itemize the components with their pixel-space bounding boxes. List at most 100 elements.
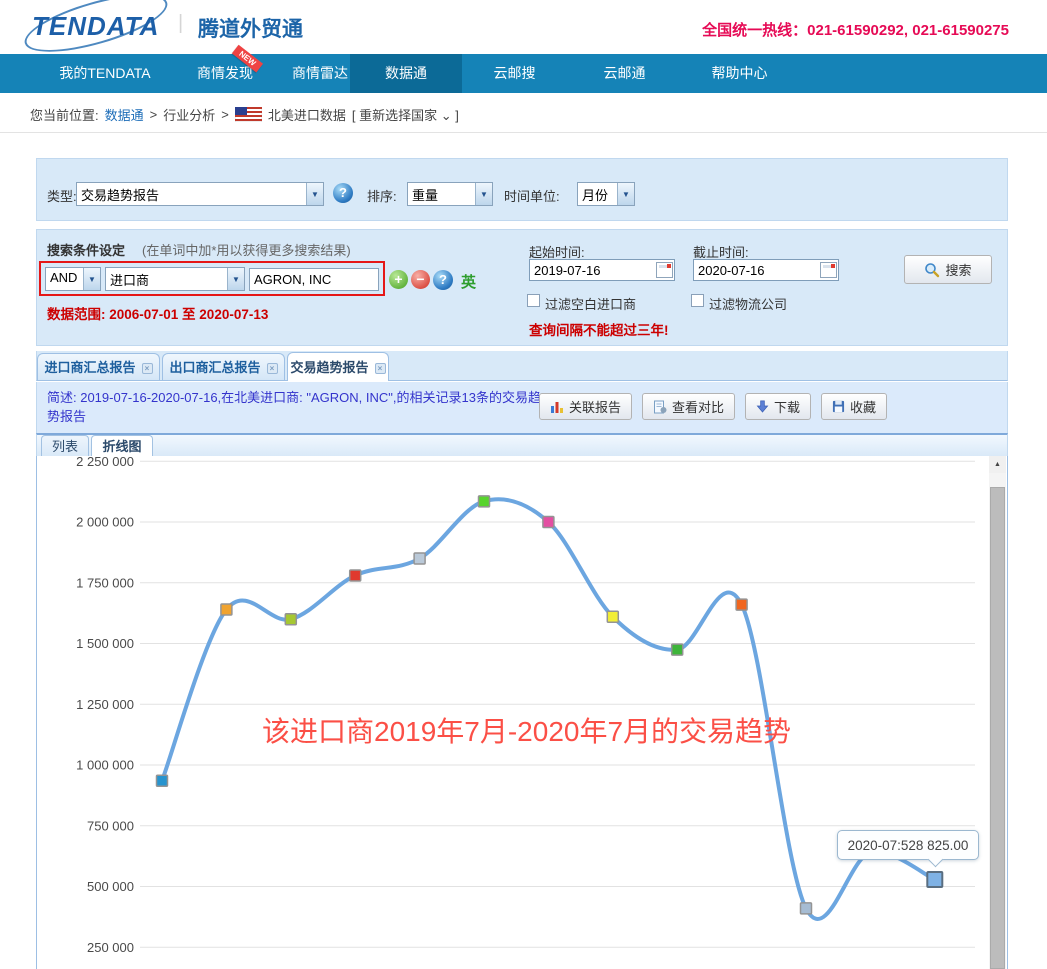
nav-item-my-tendata[interactable]: 我的TENDATA	[35, 54, 175, 93]
data-point-2020-03[interactable]	[672, 644, 683, 655]
tab-importer-summary[interactable]: 进口商汇总报告 ×	[37, 353, 160, 380]
breadcrumb-sep: >	[150, 107, 158, 122]
brand-name: 腾道外贸通	[198, 13, 303, 43]
data-point-2019-10[interactable]	[350, 570, 361, 581]
reselect-country[interactable]: [ 重新选择国家 ⌄ ]	[352, 105, 459, 124]
interval-warning: 查询间隔不能超过三年!	[529, 319, 669, 339]
filter-blank-checkbox[interactable]	[527, 294, 540, 307]
data-point-2019-09[interactable]	[285, 614, 296, 625]
nav-item-cloud-mail-search[interactable]: 云邮搜	[462, 54, 567, 93]
button-label: 收藏	[850, 397, 876, 416]
filter-logistics-checkbox[interactable]	[691, 294, 704, 307]
header: TENDATA | 腾道外贸通 全国统一热线：021-61590292, 021…	[0, 0, 1047, 54]
data-point-2020-07[interactable]	[927, 872, 942, 887]
filter-logistics-label: 过滤物流公司	[709, 294, 787, 313]
data-point-2019-07[interactable]	[157, 775, 168, 786]
nav-item-discovery[interactable]: 商情发现	[175, 54, 275, 93]
scrollbar-thumb[interactable]	[990, 487, 1005, 969]
help-icon[interactable]: ?	[333, 183, 353, 203]
trend-line	[162, 499, 935, 919]
close-icon[interactable]: ×	[267, 363, 278, 374]
operator-value: AND	[46, 268, 83, 290]
breadcrumb-link-datahub[interactable]: 数据通	[105, 105, 144, 124]
y-axis-label: 1 750 000	[76, 575, 134, 590]
button-label: 关联报告	[569, 397, 621, 416]
download-arrow-icon	[756, 400, 769, 413]
y-axis-label: 2 000 000	[76, 515, 134, 530]
data-point-2020-01[interactable]	[543, 517, 554, 528]
end-date-input[interactable]	[693, 259, 839, 281]
data-point-2020-05[interactable]	[801, 903, 812, 914]
close-icon[interactable]: ×	[375, 363, 386, 374]
related-report-button[interactable]: 关联报告	[539, 393, 632, 420]
remove-condition-icon[interactable]: −	[411, 270, 430, 289]
sort-select[interactable]: 重量 ▼	[407, 182, 493, 206]
calendar-icon[interactable]	[820, 262, 837, 278]
operator-select[interactable]: AND ▼	[45, 267, 101, 291]
data-point-2019-08[interactable]	[221, 604, 232, 615]
time-unit-label: 时间单位:	[504, 186, 560, 205]
time-unit-select-value: 月份	[578, 183, 617, 205]
data-range: 数据范围: 2006-07-01 至 2020-07-13	[47, 303, 268, 323]
calendar-icon[interactable]	[656, 262, 673, 278]
type-select-value: 交易趋势报告	[77, 183, 306, 205]
data-point-2019-12[interactable]	[479, 496, 490, 507]
add-condition-icon[interactable]: +	[389, 270, 408, 289]
search-hint: (在单词中加*用以获得更多搜索结果)	[142, 240, 351, 259]
hotline: 全国统一热线：021-61590292, 021-61590275	[702, 19, 1009, 40]
view-compare-button[interactable]: 查看对比	[642, 393, 735, 420]
summary-bar: 简述: 2019-07-16-2020-07-16,在北美进口商: "AGRON…	[36, 382, 1008, 433]
us-flag-icon	[235, 107, 262, 122]
chevron-down-icon[interactable]: ▼	[83, 268, 100, 290]
tab-label: 进口商汇总报告	[44, 360, 135, 375]
tab-label: 交易趋势报告	[290, 360, 368, 375]
breadcrumb-category: 行业分析	[163, 105, 215, 124]
chevron-down-icon[interactable]: ▼	[617, 183, 634, 205]
search-button[interactable]: 搜索	[904, 255, 992, 284]
logo: TENDATA	[32, 11, 159, 42]
type-select[interactable]: 交易趋势报告 ▼	[76, 182, 324, 206]
sort-select-value: 重量	[408, 183, 475, 205]
scrollbar[interactable]: ▲	[989, 456, 1006, 969]
chevron-down-icon[interactable]: ▼	[306, 183, 323, 205]
floppy-disk-icon	[832, 400, 845, 413]
nav-item-cloud-mail[interactable]: 云邮通	[567, 54, 682, 93]
data-point-2020-02[interactable]	[607, 611, 618, 622]
trend-chart-area: 2 250 000 2 000 000 1 750 000 1 500 000 1 25…	[36, 456, 1008, 969]
logo-divider: |	[178, 12, 183, 35]
close-icon[interactable]: ×	[142, 363, 153, 374]
search-section: 搜索条件设定 (在单词中加*用以获得更多搜索结果) AND ▼ 进口商 ▼ + …	[36, 229, 1008, 346]
download-button[interactable]: 下载	[745, 393, 811, 420]
keyword-input[interactable]	[249, 268, 379, 291]
nav-item-data-hub[interactable]: 数据通	[350, 54, 462, 93]
field-select[interactable]: 进口商 ▼	[105, 267, 245, 291]
y-axis-label: 500 000	[87, 879, 134, 894]
scroll-up-icon[interactable]: ▲	[989, 456, 1006, 473]
tab-exporter-summary[interactable]: 出口商汇总报告×	[162, 353, 285, 380]
tab-trend-report[interactable]: 交易趋势报告 ×	[287, 352, 389, 381]
tab-line-chart-view[interactable]: 折线图	[91, 435, 153, 456]
search-button-label: 搜索	[945, 260, 971, 279]
data-point-2019-11[interactable]	[414, 553, 425, 564]
type-label: 类型:	[47, 186, 77, 205]
tab-list-view[interactable]: 列表	[41, 435, 89, 456]
chevron-down-icon[interactable]: ▼	[475, 183, 492, 205]
chevron-down-icon[interactable]: ▼	[227, 268, 244, 290]
nav-item-help-center[interactable]: 帮助中心	[682, 54, 797, 93]
y-axis-label: 250 000	[87, 940, 134, 955]
data-point-2020-04[interactable]	[736, 599, 747, 610]
y-axis-label: 1 250 000	[76, 697, 134, 712]
main-nav: 我的TENDATA 商情发现 商情雷达 数据通 云邮搜 云邮通 帮助中心	[0, 54, 1047, 93]
y-axis-label: 1 500 000	[76, 636, 134, 651]
action-buttons: 关联报告 查看对比 下载	[539, 393, 887, 420]
time-unit-select[interactable]: 月份 ▼	[577, 182, 635, 206]
filter-blank-label: 过滤空白进口商	[545, 294, 636, 313]
breadcrumb-prefix: 您当前位置:	[30, 105, 99, 124]
start-date-input[interactable]	[529, 259, 675, 281]
page: TENDATA | 腾道外贸通 全国统一热线：021-61590292, 021…	[0, 0, 1047, 969]
y-axis-label: 2 250 000	[76, 456, 134, 469]
condition-help-icon[interactable]: ?	[433, 270, 453, 290]
sort-label: 排序:	[367, 186, 397, 205]
language-toggle[interactable]: 英	[461, 271, 476, 292]
favorite-button[interactable]: 收藏	[821, 393, 887, 420]
